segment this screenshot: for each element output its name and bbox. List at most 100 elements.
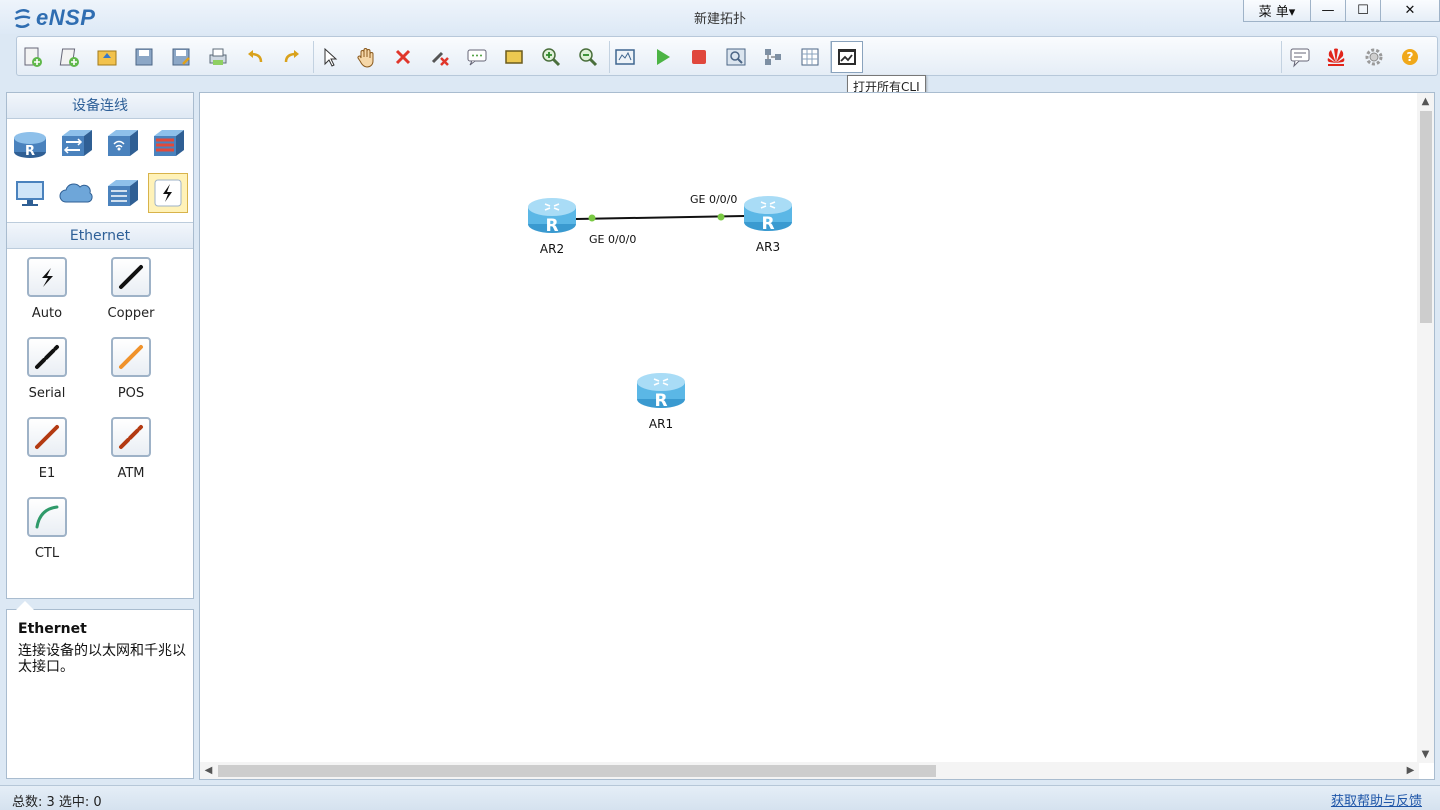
cable-label: POS [117,386,145,401]
scroll-down-arrow[interactable]: ▼ [1417,746,1434,763]
cable-label: E1 [38,466,56,481]
text-annotation-icon [467,49,487,66]
cable-pos[interactable]: POS [101,337,161,401]
new-topology-button[interactable] [17,41,49,73]
open-all-cli-button[interactable] [831,41,863,73]
minimize-button[interactable]: — [1310,0,1346,22]
help-feedback-link[interactable]: 获取帮助与反馈 [1331,790,1422,809]
cable-e1[interactable]: E1 [17,417,77,481]
save-button[interactable] [128,41,160,73]
close-button[interactable]: ✕ [1380,0,1440,22]
window-title: 新建拓扑 [693,12,746,27]
delete-button[interactable] [387,41,419,73]
help-button[interactable]: ? [1394,41,1426,73]
link-endpoint-ar2 [588,214,596,222]
port-label-ar2: GE 0/0/0 [589,233,637,246]
router-icon: R [14,132,46,159]
horizontal-scrollbar[interactable]: ◀ ▶ [200,762,1419,779]
rectangle-button[interactable] [498,41,530,73]
cable-list: Auto Copper Serial POS E1 ATM CTL [7,249,193,594]
vertical-scroll-thumb[interactable] [1420,111,1432,323]
settings-button[interactable] [1358,41,1390,73]
router-ar2[interactable]: R AR2 [522,193,582,256]
select-button[interactable] [313,41,345,73]
atm-cable-icon [119,425,143,449]
device-wireless[interactable] [102,123,142,163]
topology-button[interactable] [757,41,789,73]
capture-button[interactable] [720,41,752,73]
delete-all-links-icon [431,51,449,66]
device-switch[interactable] [56,123,96,163]
router-ar3[interactable]: R AR3 [738,191,798,254]
redo-button[interactable] [276,41,308,73]
new-lab-button[interactable] [54,41,86,73]
maximize-button[interactable]: ☐ [1345,0,1381,22]
zoom-in-button[interactable] [535,41,567,73]
feedback-button[interactable] [1284,41,1316,73]
link-endpoint-ar3 [717,213,725,221]
device-connection[interactable] [148,173,188,213]
device-router[interactable]: R [10,123,50,163]
open-cli-icon [838,49,856,65]
print-button[interactable] [202,41,234,73]
other-device-icon [108,180,138,206]
menu-button[interactable]: 菜 单▾ [1243,0,1311,22]
cable-label: Serial [28,386,66,401]
grid-button[interactable] [794,41,826,73]
cable-serial[interactable]: Serial [17,337,77,401]
save-as-button[interactable] [165,41,197,73]
open-button[interactable] [91,41,123,73]
app-logo: eNSP [12,5,95,31]
select-icon [324,47,338,67]
scroll-right-arrow[interactable]: ▶ [1402,762,1419,779]
device-firewall[interactable] [148,123,188,163]
stop-device-button[interactable] [683,41,715,73]
start-device-button[interactable] [646,41,678,73]
save-icon [135,48,153,66]
link-layer [575,213,745,222]
undo-button[interactable] [239,41,271,73]
cable-auto[interactable]: Auto [17,257,77,321]
copper-cable-icon [119,265,143,289]
zoom-out-button[interactable] [572,41,604,73]
status-counts: 总数: 3 选中: 0 [12,795,102,810]
text-annotation-button[interactable] [461,41,493,73]
cable-label: CTL [34,546,60,561]
scroll-up-arrow[interactable]: ▲ [1417,93,1434,110]
connection-icon [154,179,182,207]
grid-icon [801,48,819,66]
ensp-logo-icon [14,9,31,28]
redo-icon [284,50,299,63]
horizontal-scroll-thumb[interactable] [218,765,936,777]
serial-cable-icon [35,345,59,369]
delete-all-links-button[interactable] [424,41,456,73]
new-lab-icon [59,48,79,67]
pc-icon [16,181,44,206]
cables-header: Ethernet [7,223,193,249]
router-ar1[interactable]: R AR1 [631,368,691,431]
pan-button[interactable] [350,41,382,73]
fit-view-button[interactable] [609,41,641,73]
scroll-left-arrow[interactable]: ◀ [200,762,217,779]
feedback-icon [1290,48,1310,68]
svg-text:R: R [654,391,667,411]
description-panel: Ethernet 连接设备的以太网和千兆以太接口。 [6,609,194,779]
svg-text:R: R [25,144,35,159]
cable-ctl[interactable]: CTL [17,497,77,561]
device-other[interactable] [102,173,142,213]
switch-icon [62,130,92,156]
settings-icon [1365,48,1383,66]
print-icon [209,48,227,65]
device-pc[interactable] [10,173,50,213]
cable-atm[interactable]: ATM [101,417,161,481]
device-cloud[interactable] [56,173,96,213]
huawei-button[interactable] [1320,41,1352,73]
delete-icon [395,49,411,65]
cable-copper[interactable]: Copper [101,257,161,321]
topology-canvas[interactable]: GE 0/0/0 GE 0/0/0 R AR2 R AR3 R AR1 ▲ ▼ … [199,92,1435,780]
help-icon: ? [1402,49,1418,65]
vertical-scrollbar[interactable]: ▲ ▼ [1417,93,1434,763]
firewall-icon [154,130,184,156]
pan-hand-icon [357,48,374,68]
router-icon: R [528,198,576,236]
